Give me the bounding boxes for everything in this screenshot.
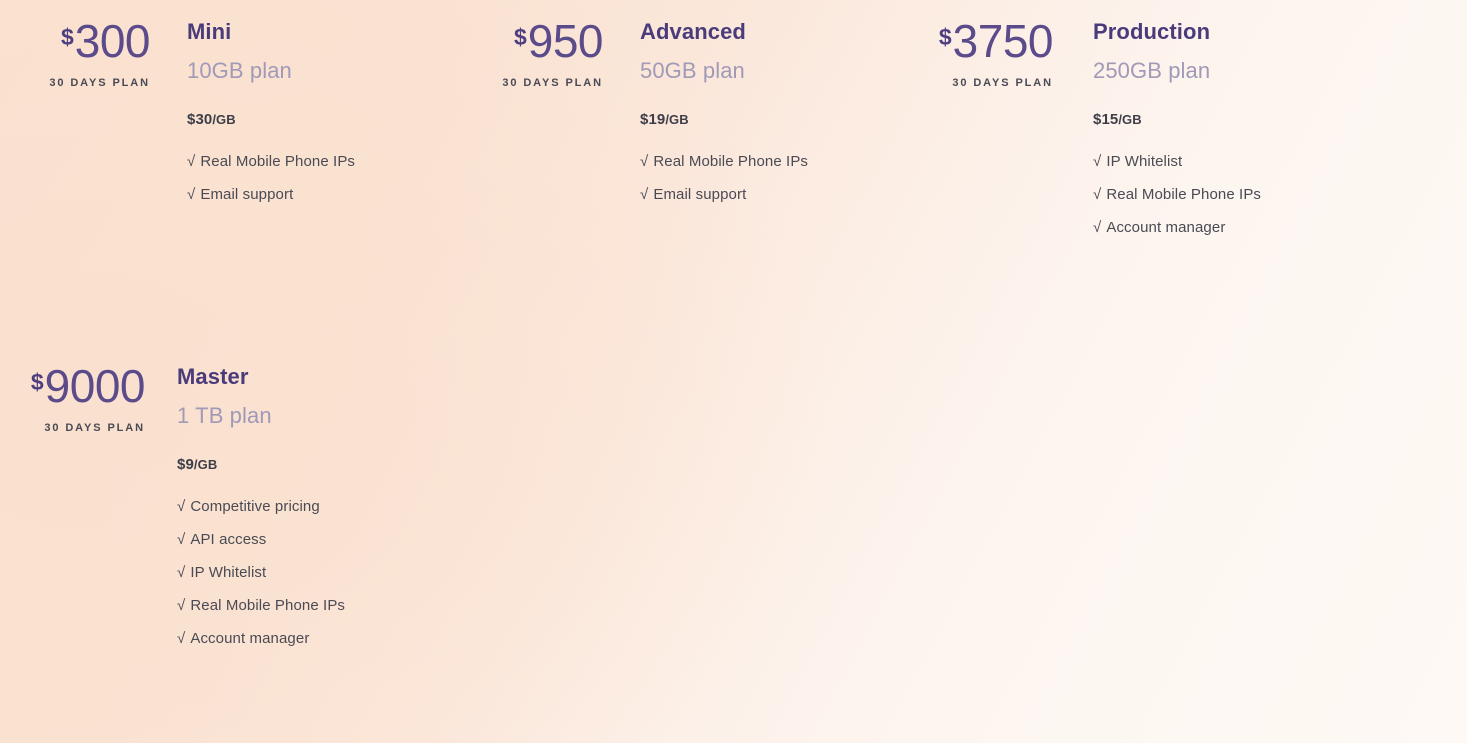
- price-amount: 300: [74, 15, 151, 67]
- feature-label: Real Mobile Phone IPs: [200, 153, 356, 171]
- list-item: √ Account manager: [1093, 220, 1261, 235]
- plan-card-advanced[interactable]: $ 950 30 DAYS PLAN Advanced 50GB plan $1…: [453, 15, 808, 202]
- feature-label: Real Mobile Phone IPs: [653, 153, 809, 171]
- plan-size: 1 TB plan: [177, 403, 272, 429]
- feature-label: Email support: [200, 186, 294, 204]
- plan-card-mini[interactable]: $ 300 30 DAYS PLAN Mini 10GB plan $30/GB…: [0, 15, 355, 202]
- price-line: $ 9000: [0, 360, 146, 412]
- plan-name: Master: [177, 364, 249, 389]
- rate-unit: /GB: [1118, 112, 1142, 128]
- price-amount: 9000: [44, 360, 146, 412]
- list-item: √ IP Whitelist: [1093, 154, 1261, 169]
- feature-label: IP Whitelist: [190, 564, 267, 582]
- plan-rate: $9/GB: [177, 456, 345, 473]
- check-icon: √: [177, 531, 186, 549]
- feature-list: √ Real Mobile Phone IPs √ Email support: [640, 154, 808, 202]
- plan-rate: $19/GB: [640, 111, 808, 128]
- list-item: √ Real Mobile Phone IPs: [1093, 187, 1261, 202]
- plan-rate: $30/GB: [187, 111, 355, 128]
- rate-unit: /GB: [212, 112, 236, 128]
- feature-label: API access: [190, 531, 267, 549]
- feature-label: Competitive pricing: [190, 498, 320, 516]
- plan-size: 10GB plan: [187, 58, 292, 84]
- feature-label: Account manager: [1106, 219, 1226, 237]
- pricing-plans-page: $ 300 30 DAYS PLAN Mini 10GB plan $30/GB…: [0, 0, 1467, 743]
- plan-card-production[interactable]: $ 3750 30 DAYS PLAN Production 250GB pla…: [888, 15, 1261, 235]
- check-icon: √: [177, 498, 186, 516]
- check-icon: √: [1093, 153, 1102, 171]
- billing-period-label: 30 DAYS PLAN: [44, 421, 145, 434]
- feature-label: Account manager: [190, 630, 310, 648]
- price-block: $ 300 30 DAYS PLAN: [0, 15, 151, 89]
- list-item: √ IP Whitelist: [177, 565, 345, 580]
- plan-card-master[interactable]: $ 9000 30 DAYS PLAN Master 1 TB plan $9/…: [0, 360, 345, 646]
- plan-name: Mini: [187, 19, 232, 44]
- feature-label: IP Whitelist: [1106, 153, 1183, 171]
- check-icon: √: [187, 153, 196, 171]
- price-line: $ 300: [0, 15, 151, 67]
- feature-label: Email support: [653, 186, 747, 204]
- list-item: √ Email support: [187, 187, 355, 202]
- list-item: √ Competitive pricing: [177, 499, 345, 514]
- list-item: √ Email support: [640, 187, 808, 202]
- rate-unit: /GB: [193, 457, 218, 473]
- check-icon: √: [187, 186, 196, 204]
- price-amount: 950: [527, 15, 604, 67]
- rate-value: $30: [187, 111, 213, 129]
- check-icon: √: [1093, 219, 1102, 237]
- list-item: √ API access: [177, 532, 345, 547]
- list-item: √ Real Mobile Phone IPs: [187, 154, 355, 169]
- billing-period-label: 30 DAYS PLAN: [49, 76, 150, 89]
- billing-period-label: 30 DAYS PLAN: [952, 76, 1053, 89]
- rate-value: $19: [640, 111, 666, 129]
- plan-name: Advanced: [640, 19, 746, 44]
- check-icon: √: [177, 564, 186, 582]
- feature-label: Real Mobile Phone IPs: [1106, 186, 1262, 204]
- price-block: $ 950 30 DAYS PLAN: [453, 15, 604, 89]
- price-line: $ 950: [453, 15, 604, 67]
- rate-unit: /GB: [665, 112, 689, 128]
- feature-label: Real Mobile Phone IPs: [190, 597, 346, 615]
- currency-symbol: $: [30, 369, 44, 395]
- billing-period-label: 30 DAYS PLAN: [502, 76, 603, 89]
- feature-list: √ IP Whitelist √ Real Mobile Phone IPs √ Ac…: [1093, 154, 1261, 235]
- feature-list: √ Real Mobile Phone IPs √ Email support: [187, 154, 355, 202]
- plan-details: Master 1 TB plan $9/GB √ Competitive pric…: [177, 364, 345, 646]
- check-icon: √: [640, 186, 649, 204]
- price-amount: 3750: [952, 15, 1054, 67]
- currency-symbol: $: [60, 24, 74, 50]
- plan-size: 250GB plan: [1093, 58, 1211, 84]
- price-line: $ 3750: [888, 15, 1054, 67]
- plan-details: Mini 10GB plan $30/GB √ Real Mobile Phone…: [187, 19, 355, 202]
- plan-details: Production 250GB plan $15/GB √ IP Whiteli…: [1093, 19, 1261, 235]
- check-icon: √: [640, 153, 649, 171]
- rate-value: $9: [177, 456, 194, 474]
- list-item: √ Real Mobile Phone IPs: [177, 598, 345, 613]
- plan-details: Advanced 50GB plan $19/GB √ Real Mobile P…: [640, 19, 808, 202]
- currency-symbol: $: [938, 24, 952, 50]
- plan-rate: $15/GB: [1093, 111, 1261, 128]
- feature-list: √ Competitive pricing √ API access √ IP Whi…: [177, 499, 345, 646]
- currency-symbol: $: [513, 24, 527, 50]
- check-icon: √: [1093, 186, 1102, 204]
- check-icon: √: [177, 597, 186, 615]
- check-icon: √: [177, 630, 186, 648]
- price-block: $ 3750 30 DAYS PLAN: [888, 15, 1054, 89]
- price-block: $ 9000 30 DAYS PLAN: [0, 360, 146, 434]
- rate-value: $15: [1093, 111, 1119, 129]
- plan-name: Production: [1093, 19, 1211, 44]
- plan-size: 50GB plan: [640, 58, 745, 84]
- list-item: √ Real Mobile Phone IPs: [640, 154, 808, 169]
- list-item: √ Account manager: [177, 631, 345, 646]
